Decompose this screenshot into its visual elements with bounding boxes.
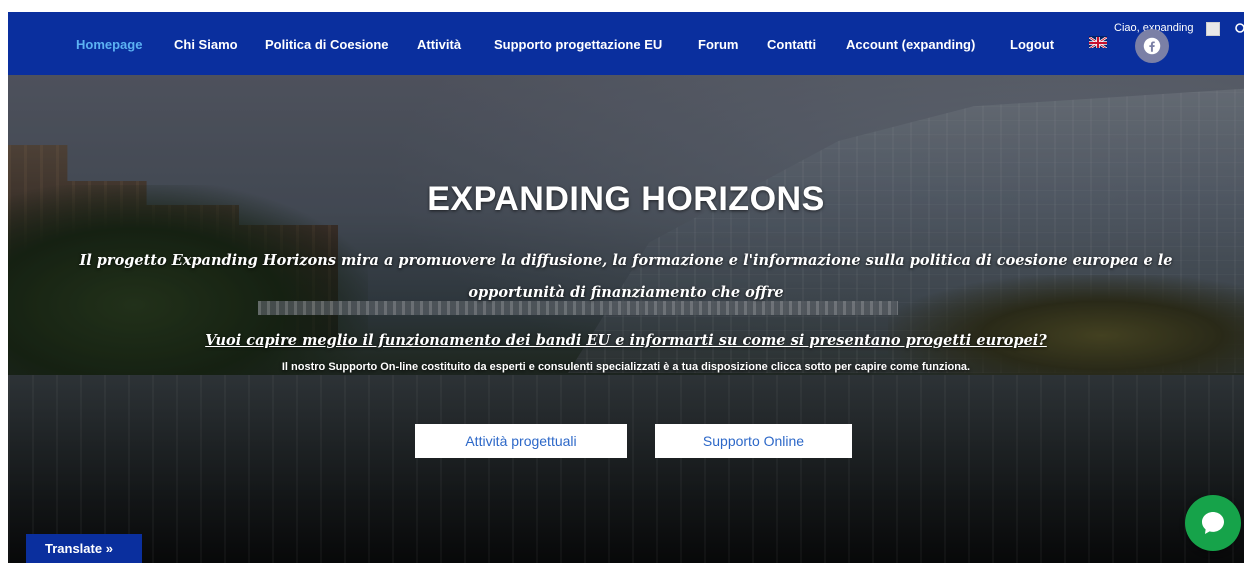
uk-flag-icon[interactable]	[1089, 36, 1107, 48]
support-online-button[interactable]: Supporto Online	[655, 424, 852, 458]
nav-forum[interactable]: Forum	[698, 37, 738, 52]
hero-title: EXPANDING HORIZONS	[427, 180, 825, 218]
nav-homepage[interactable]: Homepage	[76, 37, 142, 52]
nav-logout[interactable]: Logout	[1010, 37, 1054, 52]
hero-overlay	[8, 75, 1244, 563]
nav-chi-siamo[interactable]: Chi Siamo	[174, 37, 238, 52]
facebook-icon[interactable]	[1135, 29, 1169, 63]
translate-button[interactable]: Translate »	[26, 534, 142, 563]
hero-lead: Il progetto Expanding Horizons mira a pr…	[79, 252, 1173, 301]
nav-attivita[interactable]: Attività	[417, 37, 461, 52]
user-avatar[interactable]	[1206, 22, 1220, 36]
nav-contatti[interactable]: Contatti	[767, 37, 816, 52]
hero-support-text: Il nostro Supporto On-line costituito da…	[281, 361, 971, 373]
main-navbar: Homepage Chi Siamo Politica di Coesione …	[8, 12, 1244, 75]
search-icon[interactable]	[1234, 22, 1244, 36]
hero-question-link[interactable]: Vuoi capire meglio il funzionamento dei …	[8, 332, 1244, 349]
activity-button[interactable]: Attività progettuali	[415, 424, 627, 458]
hero-banner: EXPANDING HORIZONS Il progetto Expanding…	[8, 75, 1244, 563]
nav-supporto-progettazione-eu[interactable]: Supporto progettazione EU	[494, 37, 662, 52]
page-frame: Homepage Chi Siamo Politica di Coesione …	[8, 12, 1244, 563]
nav-account[interactable]: Account (expanding)	[846, 37, 975, 52]
chat-bubble-icon[interactable]	[1185, 495, 1241, 551]
nav-politica-di-coesione[interactable]: Politica di Coesione	[265, 37, 389, 52]
